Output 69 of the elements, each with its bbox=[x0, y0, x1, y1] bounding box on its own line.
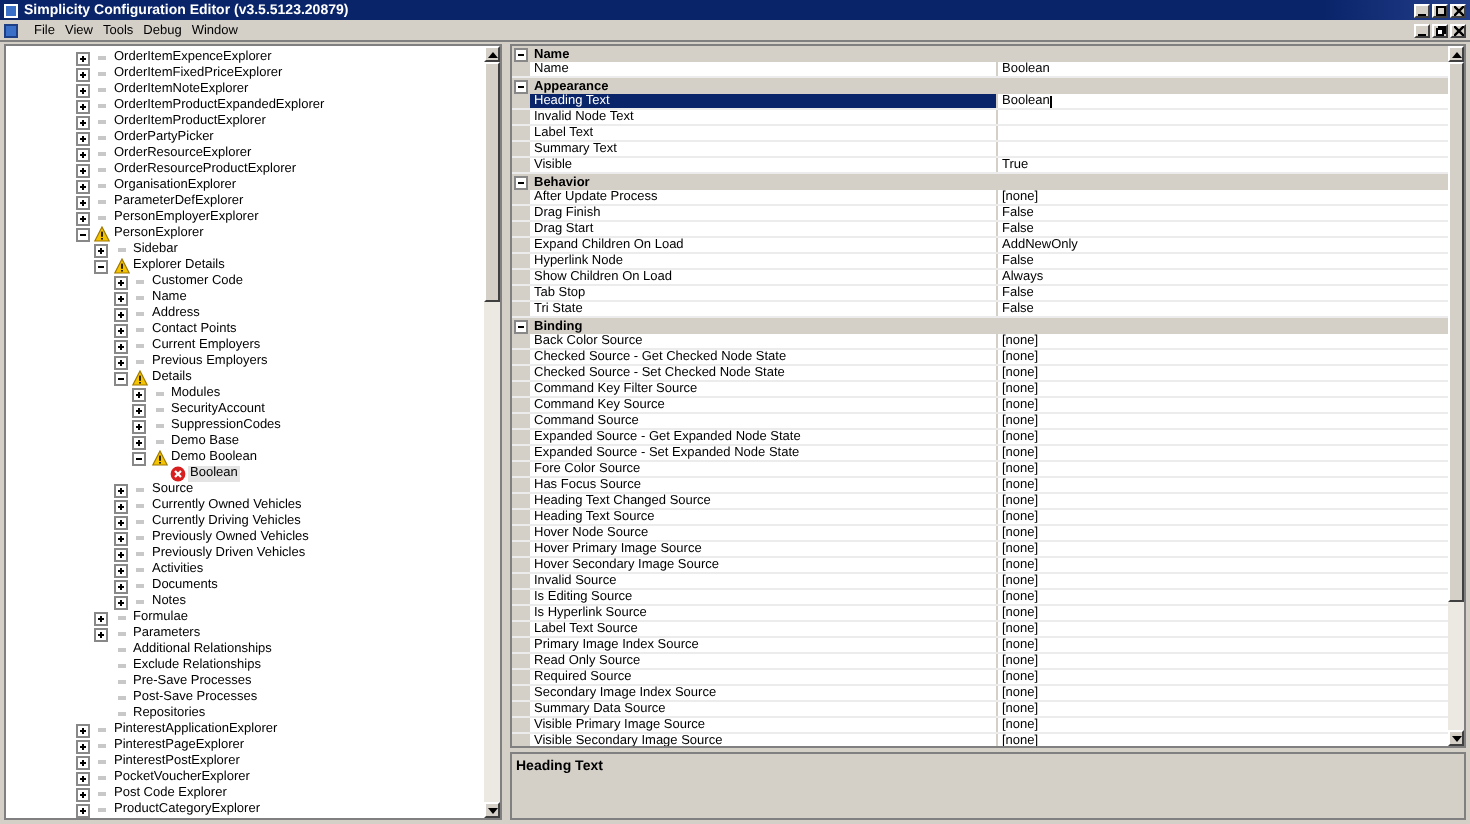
expander-icon[interactable] bbox=[113, 291, 127, 305]
expander-icon[interactable] bbox=[75, 227, 89, 241]
close-icon bbox=[1453, 25, 1463, 35]
expander-icon[interactable] bbox=[113, 515, 127, 529]
expander-icon[interactable] bbox=[75, 115, 89, 129]
expander-icon[interactable] bbox=[75, 99, 89, 113]
expander-icon[interactable] bbox=[75, 755, 89, 769]
expander-icon[interactable] bbox=[75, 771, 89, 785]
expander-icon[interactable] bbox=[75, 67, 89, 81]
up-arrow-icon bbox=[487, 51, 497, 57]
close-button[interactable] bbox=[1450, 23, 1466, 37]
expander-icon[interactable] bbox=[75, 163, 89, 177]
expander-icon[interactable] bbox=[113, 323, 127, 337]
scroll-down-button[interactable] bbox=[1448, 730, 1464, 746]
expander-icon[interactable] bbox=[514, 175, 528, 189]
text-cursor bbox=[1049, 95, 1052, 107]
expander-icon[interactable] bbox=[75, 179, 89, 193]
expander-icon[interactable] bbox=[113, 275, 127, 289]
scroll-thumb[interactable] bbox=[484, 62, 500, 302]
scrollbar[interactable] bbox=[484, 46, 500, 818]
expander-icon[interactable] bbox=[94, 243, 108, 257]
expander-icon[interactable] bbox=[75, 723, 89, 737]
expander-icon[interactable] bbox=[514, 47, 528, 61]
expander-icon[interactable] bbox=[113, 483, 127, 497]
expander-icon[interactable] bbox=[75, 131, 89, 145]
maximize-button[interactable] bbox=[1432, 3, 1448, 17]
scrollbar[interactable] bbox=[1448, 46, 1464, 746]
maximize-icon bbox=[1435, 5, 1445, 15]
expander-icon[interactable] bbox=[75, 739, 89, 753]
expander-icon[interactable] bbox=[113, 307, 127, 321]
expander-icon[interactable] bbox=[94, 259, 108, 273]
expander-icon[interactable] bbox=[75, 787, 89, 801]
expander-icon[interactable] bbox=[75, 211, 89, 225]
expander-icon[interactable] bbox=[94, 611, 108, 625]
restore-button[interactable] bbox=[1432, 23, 1448, 37]
scroll-up-button[interactable] bbox=[1448, 46, 1464, 62]
scroll-up-button[interactable] bbox=[484, 46, 500, 62]
expander-icon[interactable] bbox=[514, 79, 528, 93]
expander-icon[interactable] bbox=[113, 579, 127, 593]
expander-icon[interactable] bbox=[75, 195, 89, 209]
expander-icon[interactable] bbox=[113, 547, 127, 561]
up-arrow-icon bbox=[1451, 51, 1461, 57]
expander-icon[interactable] bbox=[94, 627, 108, 641]
scroll-thumb[interactable] bbox=[1448, 62, 1464, 602]
expander-icon[interactable] bbox=[514, 319, 528, 333]
expander-icon[interactable] bbox=[132, 419, 146, 433]
restore-icon bbox=[1435, 25, 1445, 35]
expander-icon[interactable] bbox=[113, 531, 127, 545]
expander-icon[interactable] bbox=[113, 499, 127, 513]
minimize-button[interactable] bbox=[1414, 23, 1430, 37]
expander-icon[interactable] bbox=[132, 387, 146, 401]
expander-icon[interactable] bbox=[75, 83, 89, 97]
expander-icon[interactable] bbox=[113, 371, 127, 385]
expander-icon[interactable] bbox=[113, 355, 127, 369]
minimize-button[interactable] bbox=[1414, 3, 1430, 17]
scroll-down-button[interactable] bbox=[484, 802, 500, 818]
down-arrow-icon bbox=[1451, 735, 1461, 741]
expander-icon[interactable] bbox=[75, 147, 89, 161]
close-icon bbox=[1453, 5, 1463, 15]
expander-icon[interactable] bbox=[75, 803, 89, 817]
expander-icon[interactable] bbox=[113, 595, 127, 609]
expander-icon[interactable] bbox=[75, 51, 89, 65]
expander-icon[interactable] bbox=[113, 563, 127, 577]
expander-icon[interactable] bbox=[113, 339, 127, 353]
down-arrow-icon bbox=[487, 807, 497, 813]
expander-icon[interactable] bbox=[132, 403, 146, 417]
close-button[interactable] bbox=[1450, 3, 1466, 17]
expander-icon[interactable] bbox=[132, 451, 146, 465]
expander-icon[interactable] bbox=[132, 435, 146, 449]
